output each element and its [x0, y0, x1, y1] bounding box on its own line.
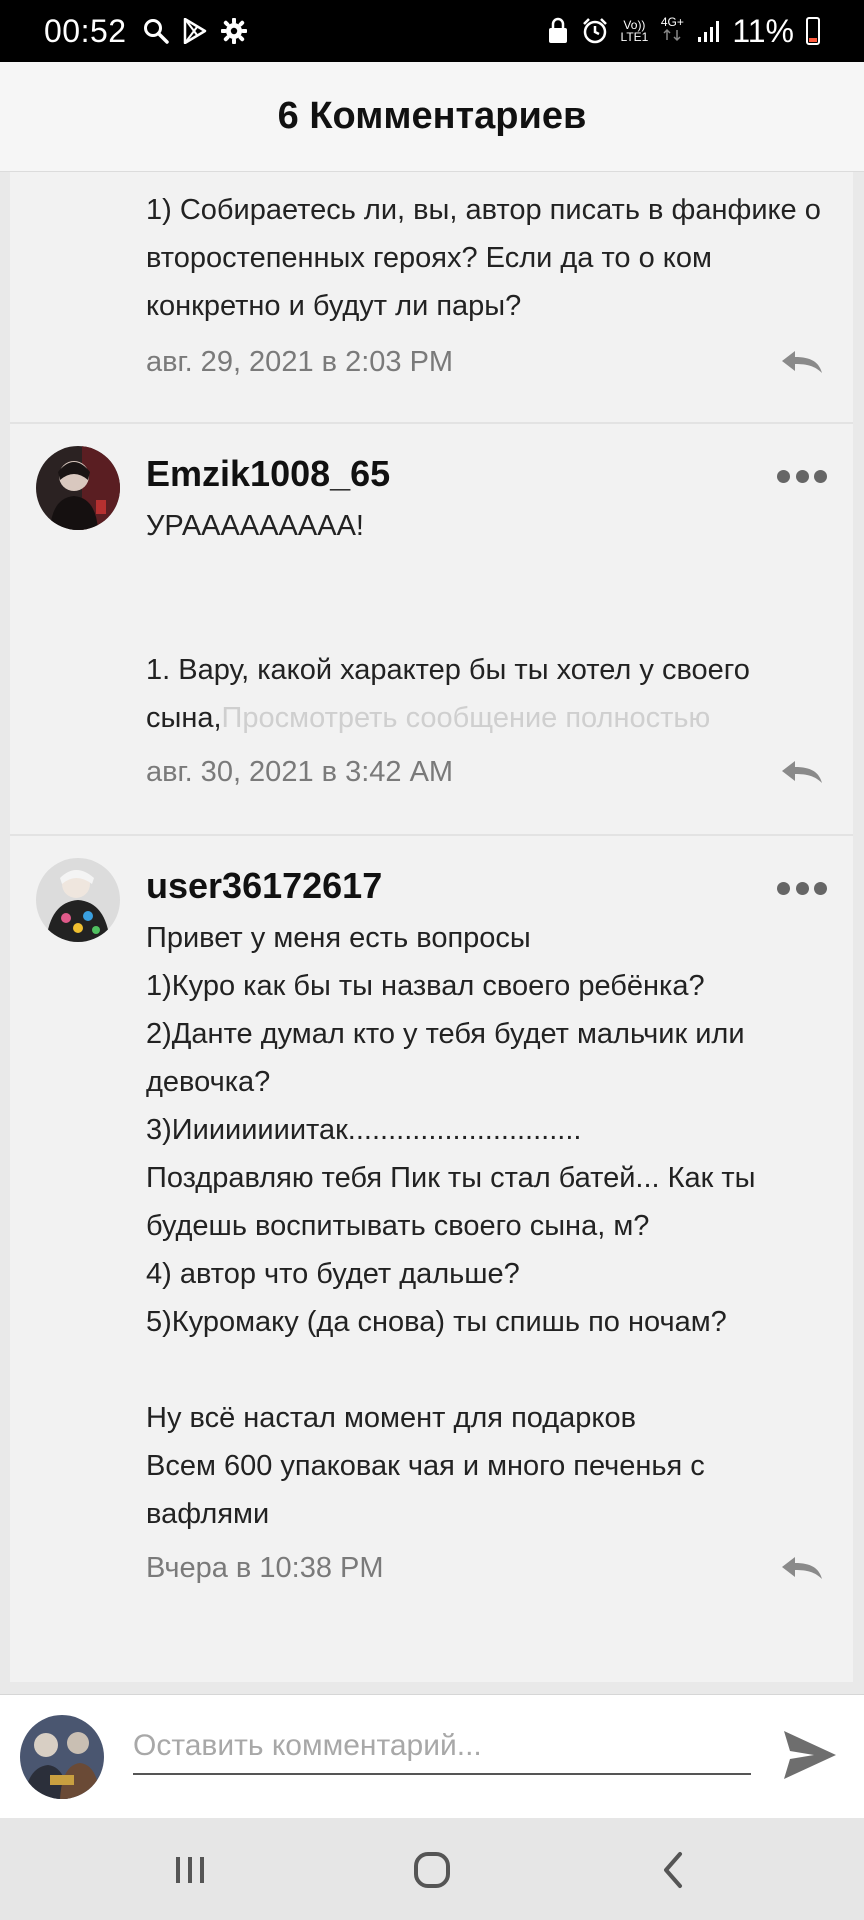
reply-icon[interactable] [779, 1553, 825, 1583]
more-options-icon[interactable] [777, 878, 827, 898]
comment-meta: авг. 30, 2021 в 3:42 AM [146, 742, 825, 802]
view-full-link[interactable]: Просмотреть сообщение полностью [222, 702, 711, 734]
send-icon[interactable] [780, 1725, 840, 1785]
recent-apps-icon[interactable] [160, 1840, 220, 1900]
status-left-icons [143, 18, 247, 44]
network-indicator: Vo)) LTE1 [621, 19, 649, 43]
comment-timestamp: Вчера в 10:38 PM [146, 1551, 384, 1584]
play-store-icon [183, 18, 206, 44]
avatar[interactable] [36, 858, 120, 942]
page-title: 6 Комментариев [277, 95, 587, 137]
comment-composer [0, 1694, 864, 1818]
status-right-icons: Vo)) LTE1 4G+ 11% [547, 13, 820, 50]
comment-item: Emzik1008_65 УРААААААААА! 1. Вару, какой… [10, 422, 853, 834]
comment-timestamp: авг. 30, 2021 в 3:42 AM [146, 755, 454, 788]
comment-text: 1) Собираетесь ли, вы, автор писать в фа… [146, 194, 829, 322]
alarm-icon [582, 18, 607, 44]
search-icon [143, 19, 169, 44]
battery-percent: 11% [732, 12, 794, 49]
comment-item: 1) Собираетесь ли, вы, автор писать в фа… [10, 172, 853, 422]
home-icon[interactable] [402, 1840, 462, 1900]
comment-username[interactable]: user36172617 [146, 858, 825, 914]
comment-text: Привет у меня есть вопросы 1)Куро как бы… [146, 922, 756, 1530]
signal-type-label: 4G+ [660, 14, 684, 29]
current-user-avatar[interactable] [20, 1715, 104, 1799]
reply-icon[interactable] [779, 757, 825, 787]
comment-meta: Вчера в 10:38 PM [146, 1538, 825, 1598]
data-indicator: 4G+ [660, 16, 684, 47]
battery-icon [806, 17, 820, 45]
comment-username[interactable]: Emzik1008_65 [146, 446, 825, 502]
settings-gear-icon [220, 18, 247, 44]
comments-feed[interactable]: 1) Собираетесь ли, вы, автор писать в фа… [10, 172, 853, 1682]
avatar[interactable] [36, 446, 120, 530]
reply-icon[interactable] [779, 347, 825, 377]
comment-body: УРААААААААА! 1. Вару, какой характер бы … [146, 510, 750, 734]
comments-header: 6 Комментариев [0, 62, 864, 172]
back-icon[interactable] [644, 1840, 704, 1900]
signal-icon [698, 21, 720, 42]
comment-input[interactable] [133, 1719, 751, 1775]
comment-meta: авг. 29, 2021 в 2:03 PM [146, 332, 825, 392]
comment-item: user36172617 Привет у меня есть вопросы … [10, 834, 853, 1598]
more-options-icon[interactable] [777, 466, 827, 486]
comment-timestamp: авг. 29, 2021 в 2:03 PM [146, 345, 454, 378]
status-bar: 00:52 Vo)) LTE1 4G+ 11% [0, 0, 864, 62]
status-time: 00:52 [44, 12, 127, 49]
network-bottom-label: LTE1 [620, 30, 649, 44]
system-nav-bar [0, 1818, 864, 1920]
data-arrows-icon [663, 28, 681, 41]
lock-icon [548, 17, 567, 43]
comment-text: УРААААААААА! 1. Вару, какой характер бы … [146, 502, 825, 742]
